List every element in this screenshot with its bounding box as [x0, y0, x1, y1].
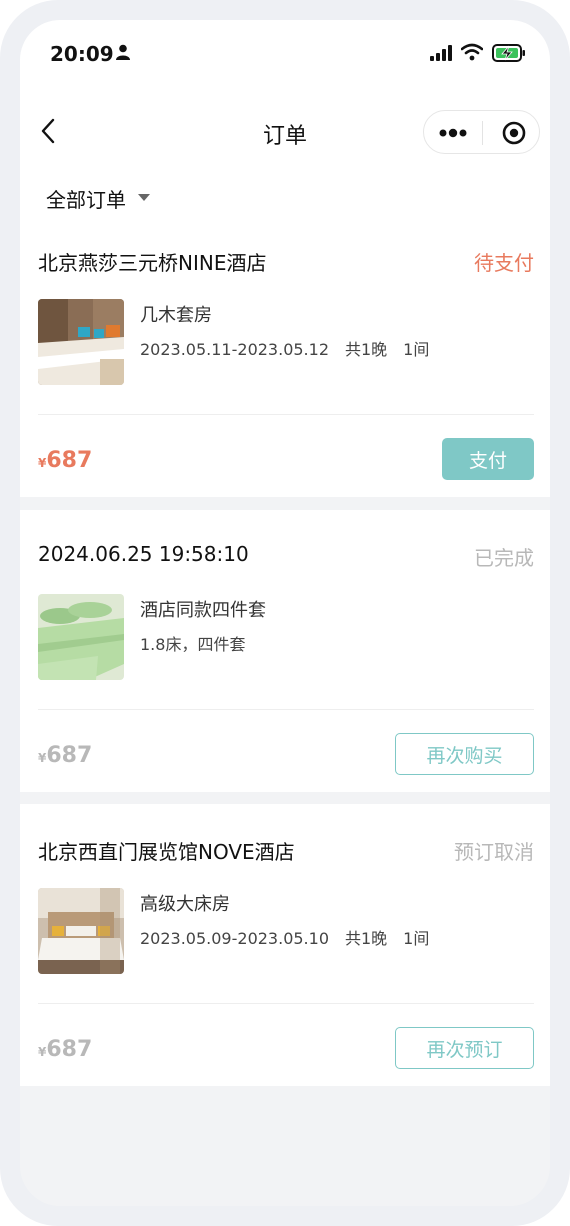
product-image: [38, 299, 124, 385]
status-bar: 20:09: [20, 20, 550, 90]
person-icon: [116, 44, 130, 60]
order-card: 北京西直门展览馆NOVE酒店 预订取消 高级大床房 2023.05.09-202…: [20, 804, 550, 1086]
order-header: 北京西直门展览馆NOVE酒店: [38, 840, 295, 864]
divider: [38, 1003, 534, 1004]
order-status: 预订取消: [454, 840, 534, 864]
capsule-divider: [482, 121, 483, 145]
screen: 20:09 订单 全部订单 北京燕莎三元桥NINE酒店 待支付 几木套房 202…: [20, 20, 550, 1206]
order-price: ¥687: [38, 1037, 92, 1062]
order-price: ¥687: [38, 448, 92, 473]
phone-frame: 20:09 订单 全部订单 北京燕莎三元桥NINE酒店 待支付 几木套房 202…: [0, 0, 570, 1226]
filter-label[interactable]: 全部订单: [46, 184, 126, 213]
order-card: 北京燕莎三元桥NINE酒店 待支付 几木套房 2023.05.11-2023.0…: [20, 215, 550, 497]
product-image: [38, 594, 124, 680]
price-amount: 687: [46, 743, 93, 768]
more-dots-icon[interactable]: [438, 123, 468, 143]
order-card: 2024.06.25 19:58:10 已完成 酒店同款四件套 1.8床，四件套…: [20, 510, 550, 792]
pay-button[interactable]: 支付: [442, 438, 534, 480]
order-status: 待支付: [474, 251, 534, 275]
nav-bar: 订单: [20, 90, 550, 170]
battery-charging-icon: [492, 44, 525, 62]
buy-again-button[interactable]: 再次购买: [395, 733, 534, 775]
product-name: 酒店同款四件套: [140, 600, 266, 621]
target-icon[interactable]: [502, 121, 526, 145]
price-amount: 687: [46, 448, 93, 473]
order-header: 北京燕莎三元桥NINE酒店: [38, 251, 267, 275]
divider: [38, 414, 534, 415]
status-time: 20:09: [50, 42, 114, 66]
order-header: 2024.06.25 19:58:10: [38, 542, 249, 566]
dropdown-caret-icon[interactable]: [138, 194, 150, 201]
product-name: 几木套房: [140, 305, 212, 326]
book-again-button[interactable]: 再次预订: [395, 1027, 534, 1069]
order-price: ¥687: [38, 743, 92, 768]
product-desc: 2023.05.11-2023.05.12 共1晚 1间: [140, 340, 430, 359]
product-image: [38, 888, 124, 974]
wifi-icon: [461, 43, 483, 61]
price-amount: 687: [46, 1037, 93, 1062]
mini-program-capsule: [423, 110, 540, 154]
order-status: 已完成: [474, 546, 534, 570]
product-desc: 1.8床，四件套: [140, 635, 246, 654]
signal-icon: [430, 45, 452, 61]
product-desc: 2023.05.09-2023.05.10 共1晚 1间: [140, 929, 430, 948]
divider: [38, 709, 534, 710]
product-name: 高级大床房: [140, 894, 230, 915]
